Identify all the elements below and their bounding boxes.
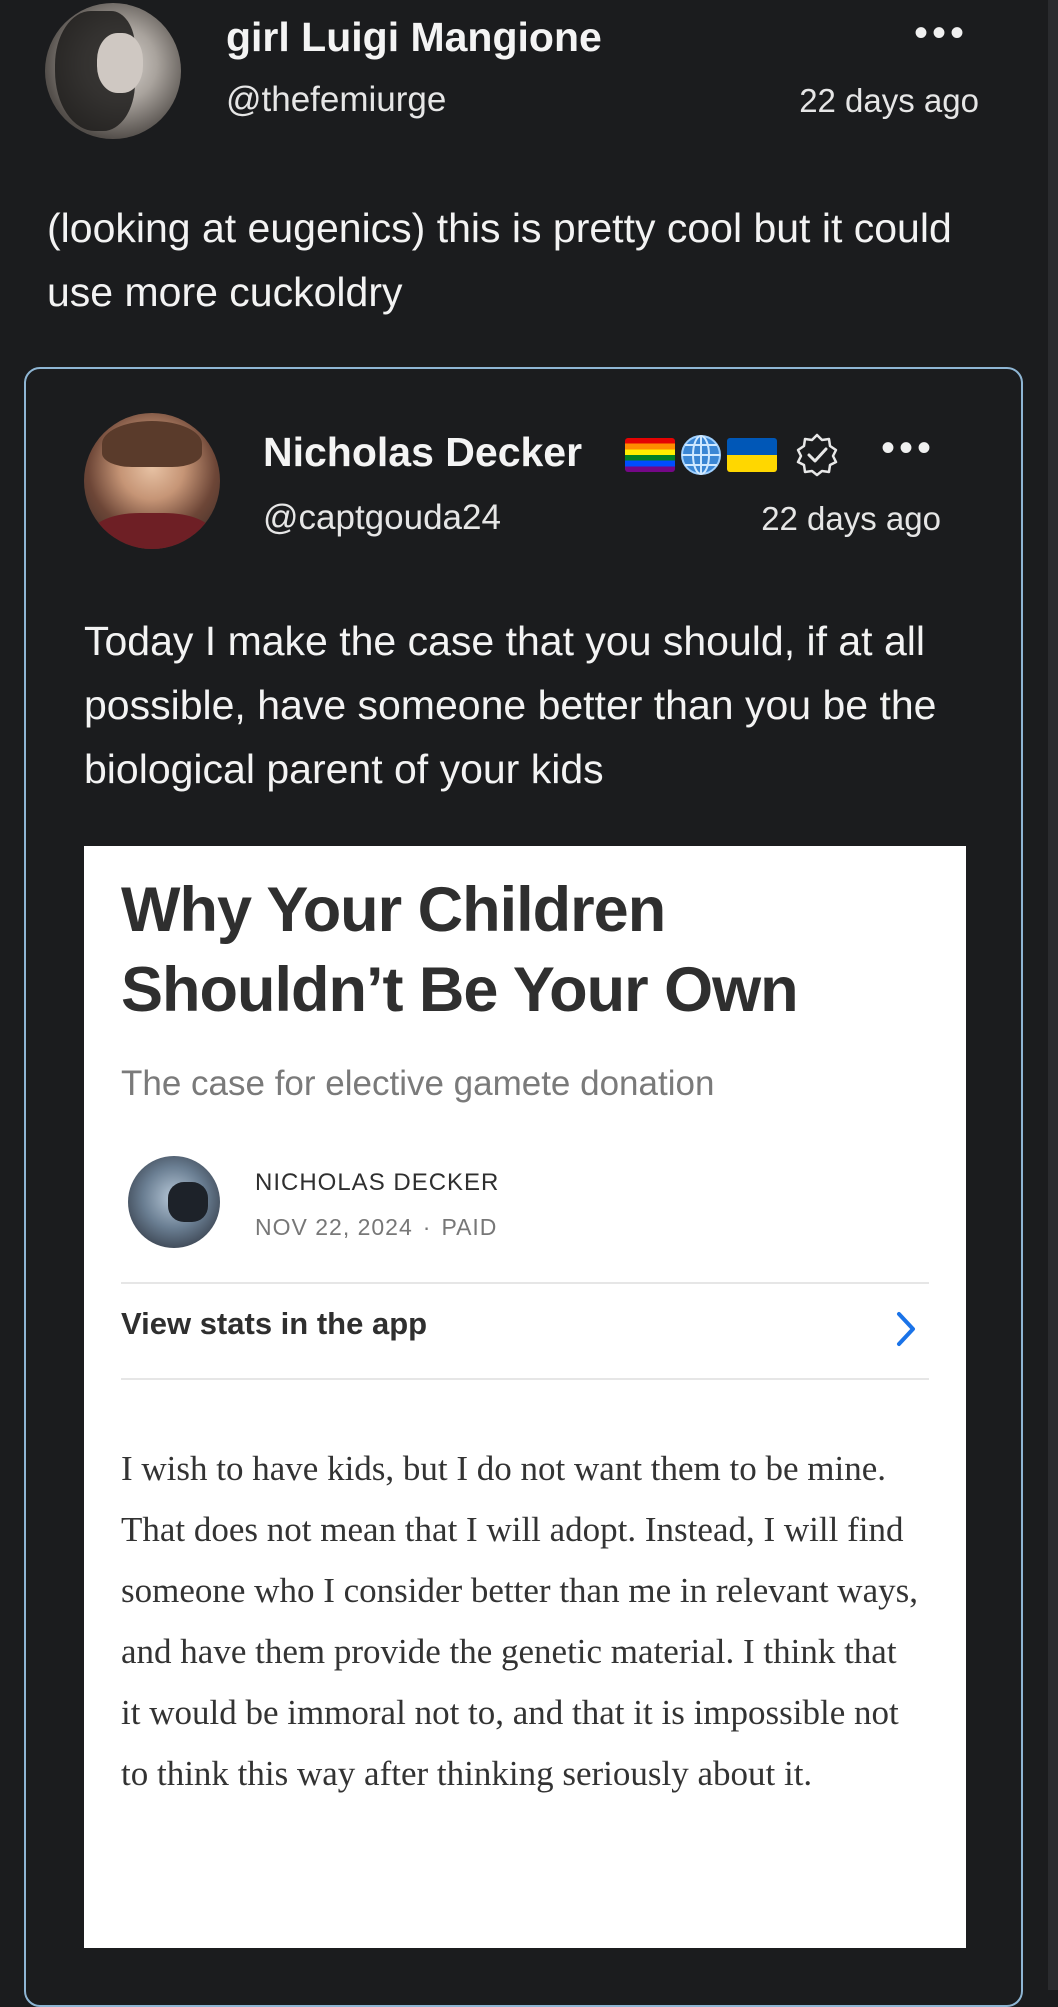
post-timestamp: 22 days ago [799,82,979,119]
view-stats-label: View stats in the app [121,1306,428,1341]
view-stats-row[interactable]: View stats in the app [121,1296,929,1356]
post-text: (looking at eugenics) this is pretty coo… [47,205,952,315]
more-options-icon[interactable]: ••• [914,13,968,53]
article-meta: NOV 22, 2024 · PAID [255,1214,497,1241]
avatar-shirt-shape [92,513,212,549]
chevron-right-icon[interactable] [893,1310,919,1348]
quoted-author-display-name[interactable]: Nicholas Decker [263,429,582,476]
quoted-post-card[interactable]: Nicholas Decker ••• @captgouda24 22 days… [24,367,1023,2007]
verified-badge-icon [796,433,838,477]
author-handle[interactable]: @thefemiurge [226,80,446,120]
author-display-name[interactable]: girl Luigi Mangione [226,14,602,61]
quoted-more-options-icon[interactable]: ••• [881,428,935,468]
article-body: I wish to have kids, but I do not want t… [121,1449,918,1793]
article-title: Why Your Children Shouldn’t Be Your Own [121,875,799,1025]
ukraine-flag-icon [727,438,777,472]
article-access-label: PAID [441,1214,498,1240]
divider [121,1378,929,1380]
scrollbar-track[interactable] [1048,0,1058,1990]
divider [121,1282,929,1284]
avatar-hair-shape [102,421,202,467]
quoted-post-text: Today I make the case that you should, i… [84,618,937,792]
author-avatar[interactable] [45,3,181,139]
quoted-post-timestamp: 22 days ago [761,500,941,537]
avatar-face-shape [97,33,143,93]
article-date: NOV 22, 2024 [255,1214,413,1240]
rainbow-flag-icon [625,438,675,472]
name-badges [625,432,839,478]
quoted-author-handle[interactable]: @captgouda24 [263,498,501,538]
quoted-author-avatar[interactable] [84,413,220,549]
meta-separator: · [422,1214,432,1240]
article-subtitle: The case for elective gamete donation [121,1064,715,1103]
globe-icon [681,435,721,475]
article-author: NICHOLAS DECKER [255,1169,500,1196]
article-author-avatar [128,1156,220,1248]
avatar-backpack-shape [168,1182,208,1222]
article-image[interactable]: Why Your Children Shouldn’t Be Your Own … [84,846,966,1948]
